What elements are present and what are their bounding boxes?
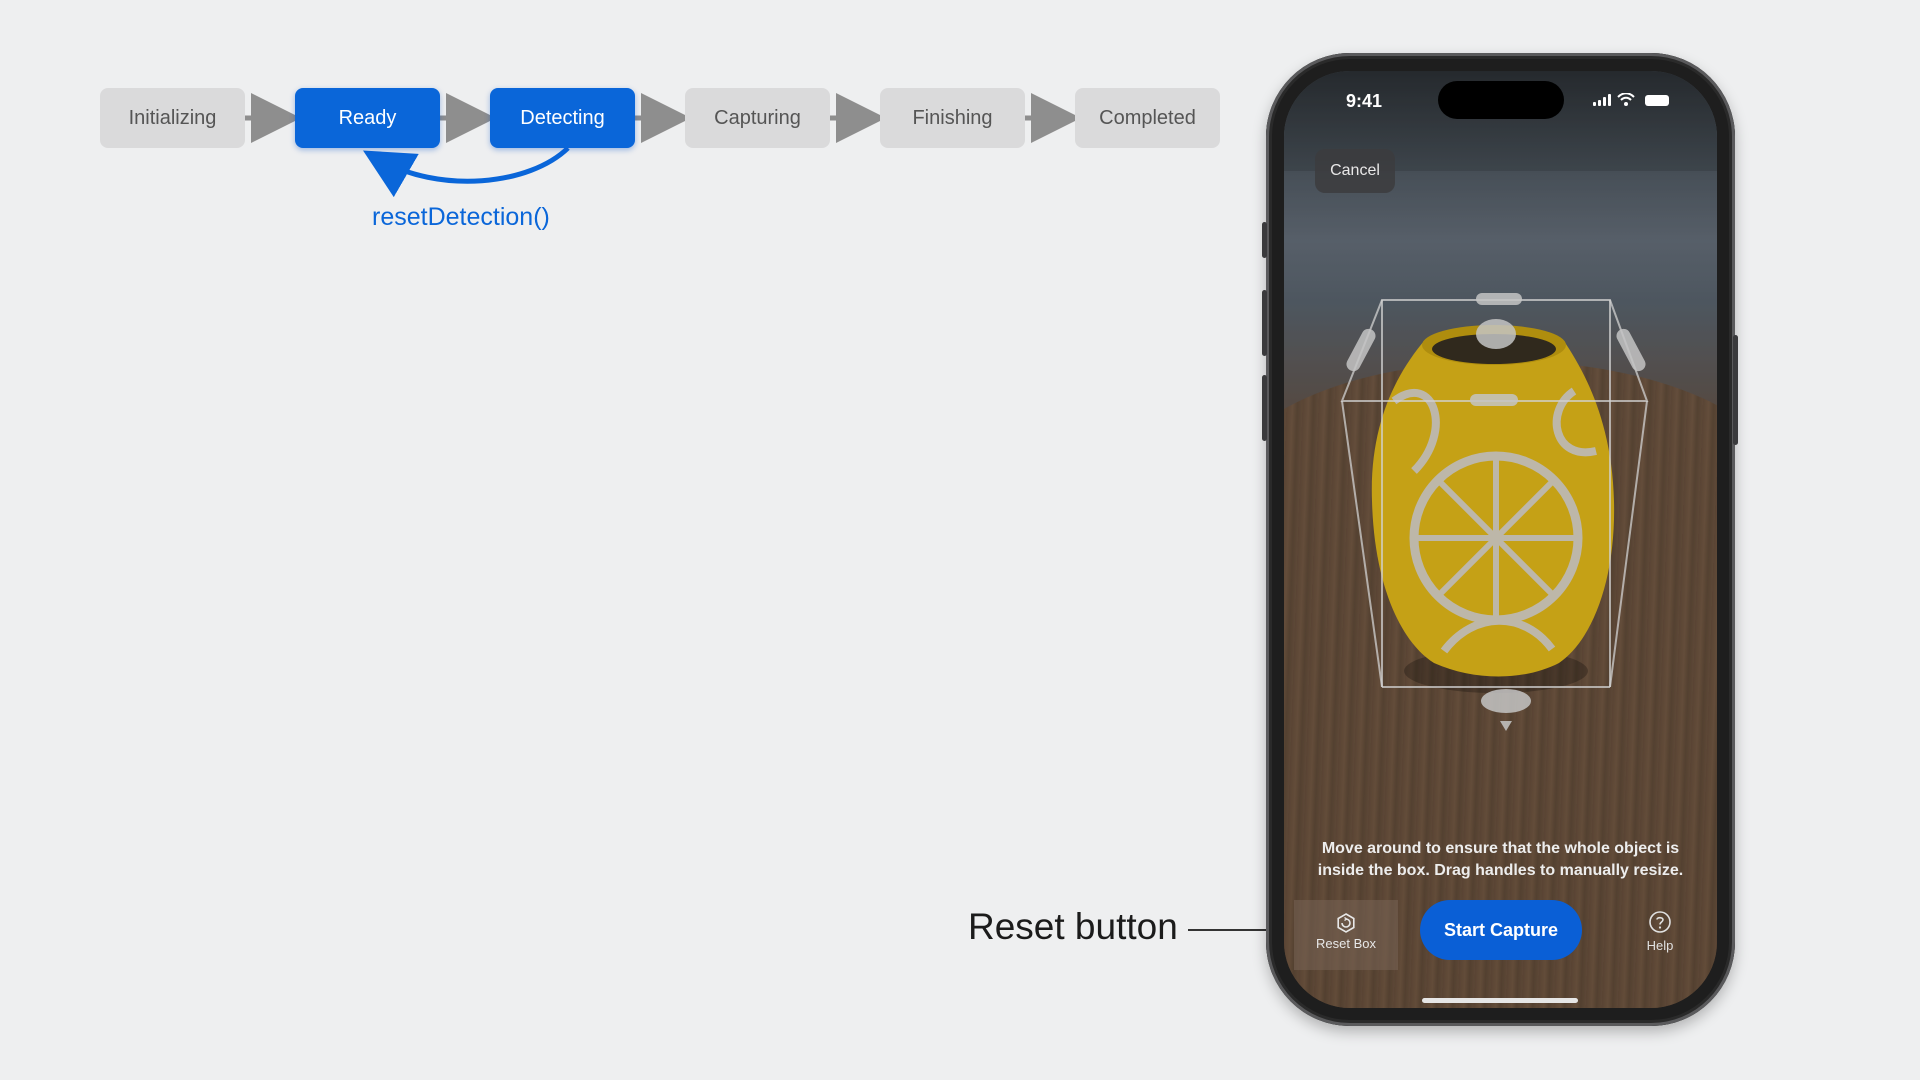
- reset-box-label: Reset Box: [1316, 936, 1376, 951]
- help-label: Help: [1646, 938, 1674, 953]
- reset-loop-arrow: [363, 146, 570, 198]
- volume-down-button: [1262, 375, 1267, 441]
- reset-detection-label: resetDetection(): [372, 203, 550, 231]
- state-capturing: Capturing: [685, 88, 830, 148]
- volume-up-button: [1262, 290, 1267, 356]
- status-time: 9:41: [1346, 91, 1383, 111]
- signal-icon: [1593, 94, 1611, 106]
- help-icon: [1649, 911, 1671, 933]
- state-finishing: Finishing: [880, 88, 1025, 148]
- help-button[interactable]: Help: [1630, 910, 1690, 953]
- phone-screen: 9:41 Cancel Move around to ensure that t…: [1284, 71, 1717, 1008]
- start-capture-button[interactable]: Start Capture: [1420, 900, 1582, 960]
- instruction-text: Move around to ensure that the whole obj…: [1317, 840, 1684, 879]
- wifi-icon: [1617, 93, 1635, 106]
- state-ready: Ready: [295, 88, 440, 148]
- cancel-button[interactable]: Cancel: [1315, 149, 1395, 193]
- reset-box-icon: [1337, 913, 1355, 933]
- home-indicator: [1422, 998, 1578, 1003]
- status-icons: [1593, 93, 1669, 106]
- power-button: [1733, 335, 1738, 445]
- action-button: [1262, 222, 1267, 258]
- dynamic-island: [1438, 81, 1564, 119]
- state-initializing: Initializing: [100, 88, 245, 148]
- state-detecting: Detecting: [490, 88, 635, 148]
- reset-box-button[interactable]: Reset Box: [1294, 900, 1398, 970]
- battery-icon: [1645, 95, 1669, 106]
- reset-button-callout: Reset button: [968, 906, 1178, 947]
- state-completed: Completed: [1075, 88, 1220, 148]
